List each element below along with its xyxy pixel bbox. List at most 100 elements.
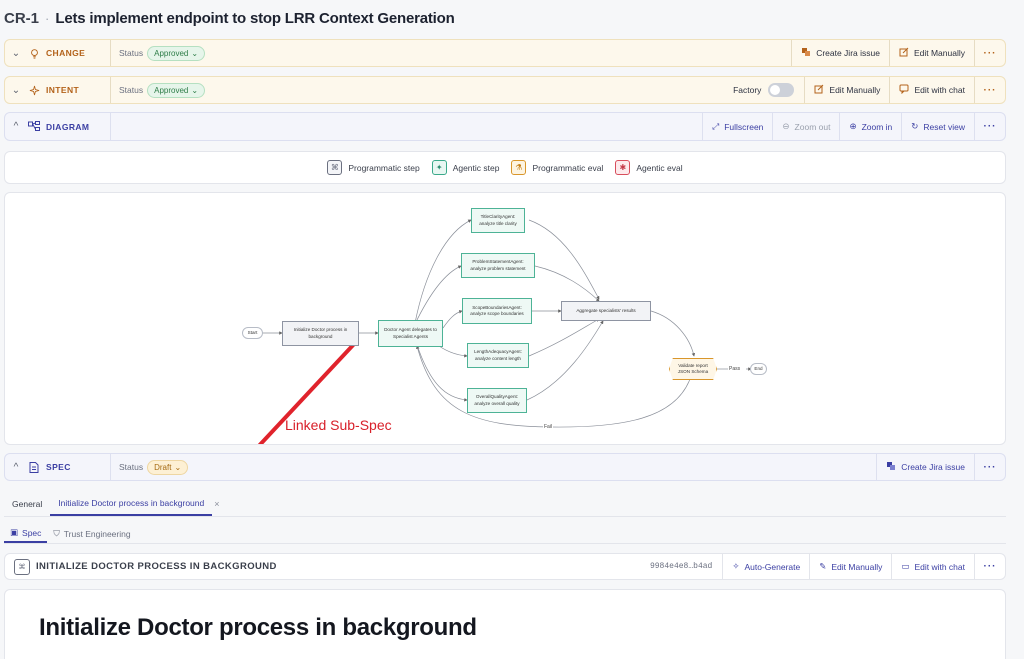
edge-agent4-aggregate bbox=[528, 318, 600, 357]
edit-with-chat-label: Edit with chat bbox=[914, 85, 965, 95]
chevron-down-icon: ⌄ bbox=[191, 48, 199, 58]
create-jira-issue-button[interactable]: Create Jira issue bbox=[792, 40, 889, 66]
close-icon[interactable]: × bbox=[214, 499, 219, 509]
edge-agent1-aggregate bbox=[528, 219, 600, 300]
spec-label: SPEC bbox=[46, 462, 71, 472]
status-label: Status bbox=[119, 48, 144, 58]
divider bbox=[110, 454, 111, 480]
edge-label-fail: Fail bbox=[543, 424, 554, 430]
tab-label: Spec bbox=[22, 527, 42, 538]
fullscreen-button[interactable]: ⤢ Fullscreen bbox=[703, 113, 772, 140]
node-start[interactable]: Start bbox=[242, 327, 263, 339]
chevron-up-icon[interactable]: ^ bbox=[5, 121, 27, 132]
node-overall-quality-agent[interactable]: OverallQualityAgent: analyze overall qua… bbox=[467, 388, 527, 413]
edit-with-chat-button[interactable]: ▭ Edit with chat bbox=[892, 554, 974, 579]
edit-icon bbox=[899, 47, 909, 59]
change-request-id: CR-1 bbox=[4, 9, 40, 27]
spec-header-bar: ⌘ INITIALIZE DOCTOR PROCESS IN BACKGROUN… bbox=[4, 553, 1006, 580]
spec-hash: 9984e4e8…b4ad bbox=[649, 562, 713, 571]
status-badge[interactable]: Draft ⌄ bbox=[147, 459, 189, 475]
edge-label-pass: Pass bbox=[728, 366, 742, 372]
document-heading: Initialize Doctor process in background bbox=[39, 614, 477, 641]
chevron-down-icon[interactable]: ⌄ bbox=[5, 48, 27, 59]
status-value: Draft bbox=[154, 462, 172, 472]
edit-manually-label: Edit Manually bbox=[829, 85, 881, 95]
edit-manually-label: Edit Manually bbox=[831, 561, 883, 572]
chevron-down-icon: ⌄ bbox=[174, 462, 182, 472]
node-doctor-agent[interactable]: Doctor Agent delegates to Specialist Age… bbox=[378, 320, 443, 347]
chevron-up-icon[interactable]: ^ bbox=[5, 462, 27, 473]
edit-manually-button[interactable]: Edit Manually bbox=[890, 40, 974, 66]
divider bbox=[110, 40, 111, 66]
edit-with-chat-button[interactable]: Edit with chat bbox=[890, 77, 974, 103]
create-jira-issue-button[interactable]: Create Jira issue bbox=[877, 454, 974, 480]
node-length-adequacy-agent[interactable]: LengthAdequacyAgent: analyze content len… bbox=[467, 343, 529, 368]
node-scope-boundaries-agent[interactable]: ScopeBoundariesAgent: analyze scope boun… bbox=[462, 298, 532, 324]
chat-icon: ▭ bbox=[901, 561, 910, 571]
sparkle-icon bbox=[27, 83, 41, 97]
intent-section-bar: ⌄ INTENT Status Approved ⌄ Factory Edit M… bbox=[4, 76, 1006, 104]
edit-icon: ✎ bbox=[819, 561, 827, 571]
more-options-button[interactable]: ··· bbox=[975, 462, 1005, 473]
auto-generate-label: Auto-Generate bbox=[744, 561, 801, 572]
chevron-down-icon[interactable]: ⌄ bbox=[5, 85, 27, 96]
status-value: Approved bbox=[154, 48, 189, 58]
edge-doctor-agent5 bbox=[416, 344, 468, 402]
edge-validate-fail bbox=[416, 345, 691, 428]
more-options-button[interactable]: ··· bbox=[975, 561, 1005, 572]
legend-label: Programmatic step bbox=[348, 162, 420, 173]
status-value: Approved bbox=[154, 85, 189, 95]
spec-title: INITIALIZE DOCTOR PROCESS IN BACKGROUND bbox=[36, 561, 277, 572]
edit-manually-button[interactable]: ✎ Edit Manually bbox=[810, 554, 891, 579]
create-jira-issue-label: Create Jira issue bbox=[816, 48, 880, 58]
edge-agent2-aggregate bbox=[534, 265, 600, 302]
zoom-in-icon: ⊕ bbox=[849, 121, 857, 131]
reset-view-label: Reset view bbox=[923, 121, 965, 132]
zoom-out-label: Zoom out bbox=[794, 121, 831, 132]
spec-document: Initialize Doctor process in background bbox=[4, 589, 1006, 659]
tab-spec[interactable]: ▣ Spec bbox=[4, 524, 48, 543]
edge-aggregate-validate bbox=[650, 310, 696, 357]
zoom-out-button[interactable]: ⊖ Zoom out bbox=[773, 113, 839, 140]
node-validate-report[interactable]: Validate report JSON Schema bbox=[669, 358, 717, 380]
document-icon bbox=[27, 460, 41, 474]
jira-icon bbox=[886, 461, 896, 473]
tab-label: Initialize Doctor process in background bbox=[58, 497, 205, 508]
title-separator: · bbox=[45, 10, 50, 26]
reset-view-button[interactable]: ↻ Reset view bbox=[902, 113, 974, 140]
fullscreen-label: Fullscreen bbox=[724, 121, 764, 132]
status-badge[interactable]: Approved ⌄ bbox=[147, 82, 206, 98]
status-label: Status bbox=[119, 85, 144, 95]
chat-icon bbox=[899, 84, 909, 96]
node-problem-statement-agent[interactable]: ProblemStatementAgent: analyze problem s… bbox=[461, 253, 535, 278]
divider bbox=[110, 113, 111, 140]
edit-manually-label: Edit Manually bbox=[913, 48, 965, 58]
node-title-clarity-agent[interactable]: TitleClarityAgent: analyze title clarity bbox=[471, 208, 525, 233]
more-options-button[interactable]: ··· bbox=[975, 48, 1005, 59]
edit-manually-button[interactable]: Edit Manually bbox=[805, 77, 889, 103]
status-badge[interactable]: Approved ⌄ bbox=[147, 45, 206, 61]
more-options-button[interactable]: ··· bbox=[975, 85, 1005, 96]
more-options-button[interactable]: ··· bbox=[975, 121, 1005, 132]
tab-trust-engineering[interactable]: ⛉ Trust Engineering bbox=[47, 524, 136, 543]
code-icon: ▣ bbox=[10, 527, 19, 537]
edit-with-chat-label: Edit with chat bbox=[914, 561, 965, 572]
zoom-in-button[interactable]: ⊕ Zoom in bbox=[840, 113, 901, 140]
page-title: Lets implement endpoint to stop LRR Cont… bbox=[55, 9, 455, 27]
auto-generate-button[interactable]: ✧ Auto-Generate bbox=[723, 554, 809, 579]
lightbulb-icon bbox=[27, 46, 41, 60]
node-end[interactable]: End bbox=[750, 363, 767, 375]
tab-general[interactable]: General bbox=[4, 491, 50, 516]
legend-programmatic-eval: ⚗ Programmatic eval bbox=[511, 160, 603, 175]
legend-agentic-step: ✦ Agentic step bbox=[431, 160, 499, 175]
zoom-out-icon: ⊖ bbox=[782, 121, 790, 131]
factory-toggle[interactable] bbox=[768, 83, 795, 97]
change-section-bar: ⌄ CHANGE Status Approved ⌄ Create Jira is… bbox=[4, 39, 1006, 67]
flask-icon: ⚗ bbox=[511, 160, 527, 175]
legend-label: Agentic eval bbox=[636, 162, 683, 173]
node-aggregate-results[interactable]: Aggregate specialists' results bbox=[561, 301, 651, 321]
flow-diagram-canvas[interactable]: Start Initialize Doctor process in backg… bbox=[4, 192, 1006, 445]
bug-icon: ✱ bbox=[615, 160, 631, 175]
node-initialize-doctor[interactable]: Initialize Doctor process in background bbox=[282, 321, 359, 346]
tab-initialize-doctor[interactable]: Initialize Doctor process in background bbox=[50, 491, 213, 516]
